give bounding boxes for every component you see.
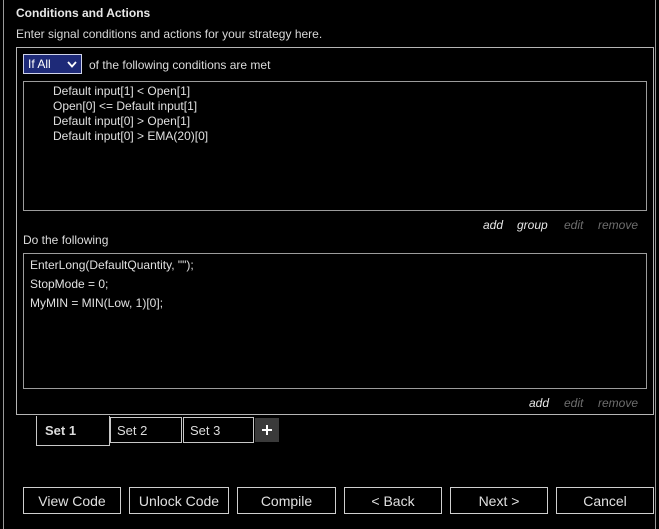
tab-set-1[interactable]: Set 1 xyxy=(36,416,110,446)
condition-mode-value: If All xyxy=(28,57,51,71)
chevron-down-icon xyxy=(67,59,77,69)
unlock-code-button[interactable]: Unlock Code xyxy=(129,487,229,514)
window-left-edge xyxy=(3,0,4,529)
page-subtitle: Enter signal conditions and actions for … xyxy=(16,27,323,41)
condition-item[interactable]: Default input[0] > Open[1] xyxy=(53,114,190,128)
action-add-link[interactable]: add xyxy=(529,396,549,410)
action-remove-link[interactable]: remove xyxy=(598,396,638,410)
add-set-button[interactable] xyxy=(255,418,279,442)
actions-label: Do the following xyxy=(23,233,109,247)
condition-item[interactable]: Default input[0] > EMA(20)[0] xyxy=(53,129,208,143)
actions-list[interactable]: EnterLong(DefaultQuantity, ""); StopMode… xyxy=(23,253,647,389)
condition-mode-suffix: of the following conditions are met xyxy=(89,58,271,72)
conditions-list[interactable]: Default input[1] < Open[1] Open[0] <= De… xyxy=(23,81,647,211)
tab-set-3[interactable]: Set 3 xyxy=(183,417,254,443)
action-edit-link[interactable]: edit xyxy=(564,396,583,410)
action-item[interactable]: EnterLong(DefaultQuantity, ""); xyxy=(30,258,194,272)
condition-add-link[interactable]: add xyxy=(483,218,503,232)
page-title: Conditions and Actions xyxy=(16,6,151,20)
back-button[interactable]: < Back xyxy=(344,487,442,514)
tab-set-2[interactable]: Set 2 xyxy=(110,417,182,443)
action-item[interactable]: MyMIN = MIN(Low, 1)[0]; xyxy=(30,296,163,310)
cancel-button[interactable]: Cancel xyxy=(556,487,654,514)
condition-item[interactable]: Open[0] <= Default input[1] xyxy=(53,99,197,113)
next-button[interactable]: Next > xyxy=(450,487,548,514)
action-item[interactable]: StopMode = 0; xyxy=(30,277,108,291)
compile-button[interactable]: Compile xyxy=(237,487,336,514)
condition-item[interactable]: Default input[1] < Open[1] xyxy=(53,84,190,98)
plus-icon xyxy=(262,425,272,435)
condition-mode-dropdown[interactable]: If All xyxy=(23,54,82,74)
condition-remove-link[interactable]: remove xyxy=(598,218,638,232)
condition-group-link[interactable]: group xyxy=(517,218,548,232)
view-code-button[interactable]: View Code xyxy=(23,487,121,514)
condition-edit-link[interactable]: edit xyxy=(564,218,583,232)
window-right-edge xyxy=(655,0,656,529)
